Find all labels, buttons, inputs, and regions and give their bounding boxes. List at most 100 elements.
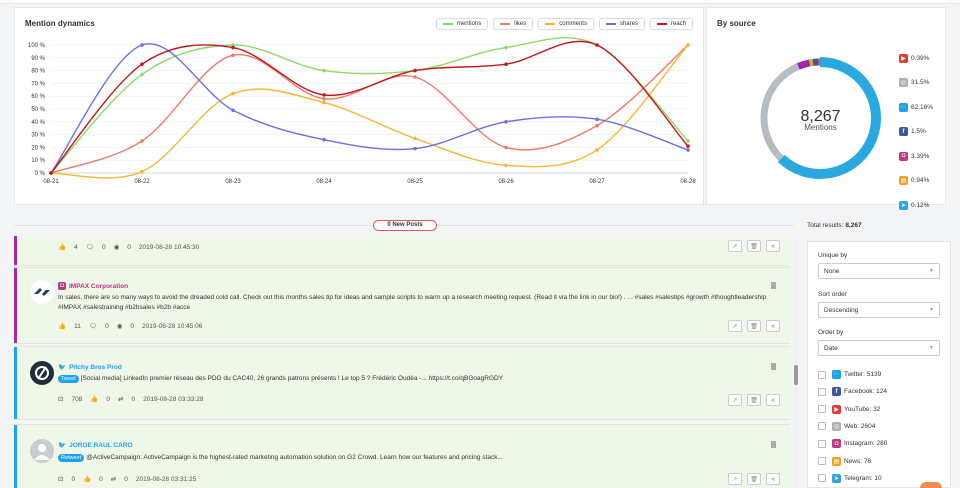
likes-count: 11 [74, 322, 81, 330]
legend-item-comments[interactable]: comments [538, 18, 594, 30]
y-tick-label: 40 % [31, 120, 45, 126]
checkbox[interactable] [818, 457, 826, 465]
web-icon: ◎ [899, 78, 908, 87]
point-likes [595, 123, 599, 128]
comments-count: 0 [101, 243, 106, 251]
post-item[interactable]: ◘ IMPAX Corporation In sales, there are … [14, 267, 790, 344]
source-filter-youtube[interactable]: ▶ YouTube: 32 [818, 404, 881, 414]
share-icon[interactable]: ⋖ [766, 473, 780, 485]
share-icon[interactable]: ⋖ [766, 320, 780, 332]
x-tick-label: 08-25 [407, 179, 423, 185]
youtube-icon: ▶ [832, 404, 841, 414]
checkbox[interactable] [818, 474, 826, 483]
source-filter-instagram[interactable]: ◘ Instagram: 280 [818, 439, 887, 449]
reach-count: 0 [71, 475, 76, 483]
views-count: 0 [127, 243, 131, 251]
legend-label: mentions [456, 21, 482, 27]
delete-icon[interactable]: 🗑 [747, 320, 761, 332]
point-shares [504, 120, 508, 124]
checkbox[interactable] [818, 405, 826, 414]
point-reach [595, 43, 599, 47]
legend-swatch [656, 23, 667, 25]
open-link-icon[interactable]: ↗ [728, 473, 742, 485]
delete-icon[interactable]: 🗑 [747, 240, 761, 252]
source-filter-label: Twitter: 5139 [844, 371, 882, 378]
post-actions: ↗ 🗑 ⋖ [728, 394, 780, 406]
y-tick-label: 100 % [28, 43, 46, 49]
y-tick-label: 80 % [31, 69, 45, 75]
post-actions: ↗ 🗑 ⋖ [728, 320, 780, 332]
source-filter-label: Telegram: 10 [844, 474, 882, 482]
bookmark-icon[interactable] [771, 441, 776, 448]
legend-label: reach [670, 21, 686, 27]
source-filter-label: YouTube: 32 [844, 405, 881, 413]
series-line-comments [50, 44, 689, 179]
share-icon[interactable]: ⋖ [766, 394, 780, 406]
x-tick-label: 08-23 [225, 179, 241, 185]
source-filter-telegram[interactable]: ➤ Telegram: 10 [818, 473, 882, 483]
source-filter-label: News: 78 [844, 457, 872, 465]
legend-item-likes[interactable]: likes [493, 18, 534, 30]
author-name: JORGE RAUL CARO [69, 441, 133, 449]
point-reach [413, 68, 417, 73]
checkbox[interactable] [818, 387, 826, 396]
news-icon: ▤ [899, 176, 908, 185]
point-reach [231, 45, 235, 50]
order-by-select[interactable]: Date ▾ [818, 340, 940, 356]
post-item[interactable]: 🐦 Pitchy Bros Prod Tweet [Social media] L… [14, 346, 790, 420]
likes-count: 0 [106, 395, 111, 403]
checkbox[interactable] [818, 422, 826, 431]
post-meta: 👍 11 🗨 0 ◉ 0 2019-08-28 10:45:06 [58, 322, 202, 331]
source-percent-list: ▶ 0.39% ◎ 31.5% 🐦 62.16% f 1.5% ◘ 3.39% ▤ 0.94% ➤ 0.1… [899, 53, 933, 225]
post-author[interactable]: 🐦 JORGE RAUL CARO [58, 441, 133, 450]
source-color-bar [14, 268, 17, 343]
feed-scrollbar-thumb[interactable] [794, 365, 798, 385]
share-icon[interactable]: ⋖ [766, 240, 780, 252]
unique-by-label: Unique by [818, 252, 848, 259]
legend-item-shares[interactable]: shares [598, 18, 645, 30]
donut-slice-news [809, 58, 814, 67]
post-item[interactable]: 👍 4 🗨 0 ◉ 0 2019-08-28 10:45:30 ↗ 🗑 ⋖ [14, 236, 790, 266]
point-likes [413, 75, 417, 79]
total-mentions-label: Mentions [804, 123, 837, 132]
legend-item-reach[interactable]: reach [649, 18, 693, 30]
source-filter-web[interactable]: ◎ Web: 2604 [818, 421, 875, 431]
point-likes [504, 145, 508, 150]
delete-icon[interactable]: 🗑 [747, 473, 761, 485]
sort-order-value: Descending [824, 307, 859, 314]
post-text: In sales, there are so many ways to avoi… [58, 294, 767, 311]
checkbox[interactable] [818, 370, 826, 379]
post-author[interactable]: 🐦 Pitchy Bros Prod [58, 363, 122, 372]
point-likes [322, 96, 326, 101]
youtube-icon: ▶ [899, 53, 908, 63]
help-tab[interactable] [920, 482, 942, 488]
feed-scrollbar[interactable] [794, 240, 798, 488]
instagram-icon: ◘ [899, 151, 908, 161]
delete-icon[interactable]: 🗑 [747, 394, 761, 406]
bookmark-icon[interactable] [771, 363, 776, 370]
legend-item-mentions[interactable]: mentions [435, 18, 489, 30]
chevron-down-icon: ▾ [929, 268, 933, 274]
legend-swatch [442, 23, 453, 25]
new-posts-button[interactable]: 0 New Posts [373, 220, 437, 231]
open-link-icon[interactable]: ↗ [728, 320, 742, 332]
chevron-down-icon: ▾ [929, 307, 933, 313]
bookmark-icon[interactable] [771, 282, 776, 289]
open-link-icon[interactable]: ↗ [728, 394, 742, 406]
post-author[interactable]: ◘ IMPAX Corporation [58, 282, 128, 290]
post-text: Tweet [Social media] LinkedIn premier rés… [58, 374, 770, 384]
legend-label: likes [514, 21, 527, 27]
post-item[interactable]: 🐦 JORGE RAUL CARO Retweet @ActiveCampaign… [14, 424, 790, 488]
donut-slice-instagram [796, 59, 811, 70]
source-filter-news[interactable]: ▤ News: 78 [818, 456, 872, 466]
checkbox[interactable] [818, 439, 826, 448]
source-filter-twitter[interactable]: 🐦 Twitter: 5139 [818, 370, 881, 379]
sort-order-select[interactable]: Descending ▾ [818, 302, 940, 318]
source-row: ➤ 0.12% [899, 200, 933, 210]
open-link-icon[interactable]: ↗ [728, 240, 742, 252]
point-comments [686, 43, 690, 47]
mention-dynamics-title: Mention dynamics [25, 19, 95, 28]
unique-by-select[interactable]: None ▾ [818, 263, 940, 279]
reach-icon: ⊡ [58, 396, 64, 403]
source-filter-facebook[interactable]: f Facebook: 124 [818, 387, 887, 397]
